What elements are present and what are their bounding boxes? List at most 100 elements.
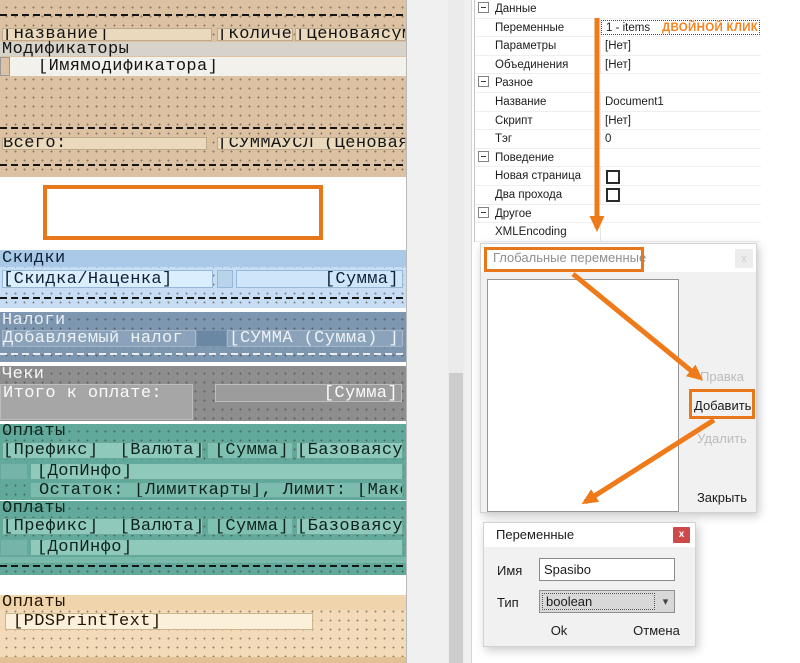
variables-value: 1 - items: [606, 22, 650, 34]
name-value: Spasibo: [544, 562, 591, 577]
band-payments-1[interactable]: Оплаты [Префикс] [Валюта] [Сумма] [Базов…: [0, 424, 406, 500]
type-label: Тип: [497, 595, 519, 610]
field-tax-sum[interactable]: [СУММА (Сумма) ]: [227, 330, 403, 347]
name-input[interactable]: Spasibo: [539, 558, 675, 581]
type-dropdown[interactable]: boolean ▾: [539, 590, 675, 613]
band-taxes[interactable]: Налоги Добавляемый налог [СУММА (Сумма) …: [0, 312, 406, 362]
discount-spacer-cell[interactable]: [217, 270, 233, 288]
modifier-marker-cell[interactable]: [0, 57, 10, 76]
band-strip: [0, 557, 406, 563]
property-value[interactable]: [Нет]: [605, 112, 631, 131]
field-receipt-sum[interactable]: [Сумма]: [215, 384, 402, 402]
collapse-icon[interactable]: [478, 151, 489, 162]
cancel-button[interactable]: Отмена: [629, 623, 684, 638]
variables-listbox[interactable]: [487, 279, 679, 512]
band-header-discounts[interactable]: Скидки: [0, 250, 406, 267]
band-header-taxes[interactable]: Налоги: [0, 312, 406, 328]
field-modifier-name[interactable]: [Имямодификатора]: [38, 59, 368, 74]
close-icon[interactable]: x: [735, 249, 753, 268]
field-price-sum[interactable]: [Ценоваясум: [295, 28, 406, 41]
field-pay-extra[interactable]: [ДопИнфо]: [30, 463, 403, 480]
band-header-receipts[interactable]: Чеки: [0, 366, 406, 382]
property-row-parameters[interactable]: Параметры[Нет]: [475, 37, 761, 56]
field-pay-base[interactable]: [Базоваясум: [296, 442, 403, 459]
band-header-payments[interactable]: Оплаты: [0, 501, 406, 516]
scrollbar-thumb[interactable]: [449, 373, 463, 663]
field-discount-name[interactable]: [Скидка/Наценка]: [2, 270, 213, 288]
property-category-data[interactable]: Данные: [475, 0, 761, 19]
dialog-titlebar[interactable]: Переменные x: [484, 523, 695, 547]
add-button[interactable]: Добавить: [694, 395, 750, 417]
property-value-selected[interactable]: 1 - items ДВОЙНОЙ КЛИК: [601, 20, 760, 36]
close-button[interactable]: Закрыть: [691, 490, 753, 505]
report-design-canvas[interactable]: [Название] [Количес [Ценоваясум Модифика…: [0, 0, 406, 663]
vertical-scrollbar[interactable]: [448, 0, 464, 663]
report-designer-window: [Название] [Количес [Ценоваясум Модифика…: [0, 0, 800, 663]
band-header-payments[interactable]: Оплаты: [0, 424, 406, 439]
field-pay-sum[interactable]: [Сумма]: [207, 442, 293, 459]
band-payments-3[interactable]: Оплаты [PDSPrintText]: [0, 595, 406, 663]
field-total-value[interactable]: [СУММАУСЛ (Ценоваясу: [217, 137, 406, 150]
property-value[interactable]: [Нет]: [605, 37, 631, 56]
property-category-other[interactable]: Другое: [475, 205, 761, 224]
ok-button[interactable]: Ok: [544, 623, 574, 638]
field-pds-print-text[interactable]: [PDSPrintText]: [5, 613, 313, 630]
field-tax-name[interactable]: Добавляемый налог: [2, 330, 196, 347]
band-receipts[interactable]: Чеки Итого к оплате: [Сумма]: [0, 366, 406, 421]
property-row-tag[interactable]: Тэг0: [475, 130, 761, 149]
field-pay-base[interactable]: [Базоваясум: [296, 518, 403, 535]
field-pay-sum[interactable]: [Сумма]: [207, 518, 293, 535]
field-qty[interactable]: [Количес: [217, 28, 293, 41]
property-row-two-pass[interactable]: Два прохода: [475, 186, 761, 205]
property-value[interactable]: [Нет]: [605, 56, 631, 75]
property-label: XMLEncoding: [495, 226, 567, 238]
band-header-modifiers[interactable]: Модификаторы: [0, 42, 406, 56]
field-discount-sum[interactable]: [Сумма]: [236, 270, 403, 288]
type-value: boolean: [542, 593, 655, 610]
empty-band-highlight: [43, 185, 323, 240]
variables-dialog: Переменные x Имя Spasibo Тип boolean ▾ O…: [483, 522, 696, 647]
property-value[interactable]: Document1: [605, 93, 664, 112]
property-row-script[interactable]: Скрипт[Нет]: [475, 112, 761, 131]
band-items[interactable]: [Название] [Количес [Ценоваясум Модифика…: [0, 0, 406, 177]
collapse-icon[interactable]: [478, 76, 489, 87]
dashed-line: [0, 14, 406, 16]
tax-spacer-cell[interactable]: [196, 330, 227, 347]
field-receipt-total-label[interactable]: Итого к оплате:: [0, 384, 193, 420]
dashed-line: [0, 565, 406, 567]
pay-spacer-cell[interactable]: [0, 539, 28, 556]
category-label: Другое: [495, 208, 532, 220]
double-click-annotation: ДВОЙНОЙ КЛИК: [662, 21, 758, 36]
band-payments-2[interactable]: Оплаты [Префикс] [Валюта] [Сумма] [Базов…: [0, 501, 406, 575]
collapse-icon[interactable]: [478, 207, 489, 218]
band-strip: [0, 657, 406, 663]
field-total-label[interactable]: Всего:: [2, 137, 207, 150]
field-pay-prefix[interactable]: [Префикс] [Валюта]: [2, 442, 203, 459]
pay-spacer-cell[interactable]: [0, 463, 28, 480]
property-row-unions[interactable]: Объединения[Нет]: [475, 56, 761, 75]
band-header-payments[interactable]: Оплаты: [0, 595, 406, 610]
property-row-name[interactable]: Название Document1: [475, 93, 761, 112]
property-row-new-page[interactable]: Новая страница: [475, 167, 761, 186]
property-row-variables[interactable]: Переменные 1 - itemsДВОЙНОЙ КЛИК: [475, 19, 761, 38]
property-value[interactable]: 0: [605, 130, 611, 149]
property-category-behavior[interactable]: Поведение: [475, 149, 761, 168]
property-row-xmlencoding[interactable]: XMLEncoding: [475, 223, 761, 242]
field-pay-extra[interactable]: [ДопИнфо]: [30, 539, 403, 556]
two-pass-checkbox[interactable]: [606, 188, 620, 202]
property-grid: Данные Переменные 1 - itemsДВОЙНОЙ КЛИК …: [474, 0, 761, 242]
dialog-title: Переменные: [496, 523, 574, 547]
dashed-line: [0, 164, 406, 166]
property-label: Название: [495, 96, 546, 108]
property-label: Новая страница: [495, 170, 581, 182]
new-page-checkbox[interactable]: [606, 170, 620, 184]
property-category-misc[interactable]: Разное: [475, 74, 761, 93]
field-pay-prefix[interactable]: [Префикс] [Валюта]: [2, 518, 203, 535]
band-discounts[interactable]: Скидки [Скидка/Наценка] [Сумма]: [0, 250, 406, 308]
category-label: Данные: [495, 3, 537, 15]
field-pay-rest[interactable]: Остаток: [Лимиткарты], Лимит: [МаксСу: [30, 482, 403, 498]
dialog-titlebar[interactable]: Глобальные переменные x: [481, 244, 756, 272]
close-icon[interactable]: x: [673, 527, 690, 543]
collapse-icon[interactable]: [478, 2, 489, 13]
chevron-down-icon: ▾: [657, 591, 674, 612]
